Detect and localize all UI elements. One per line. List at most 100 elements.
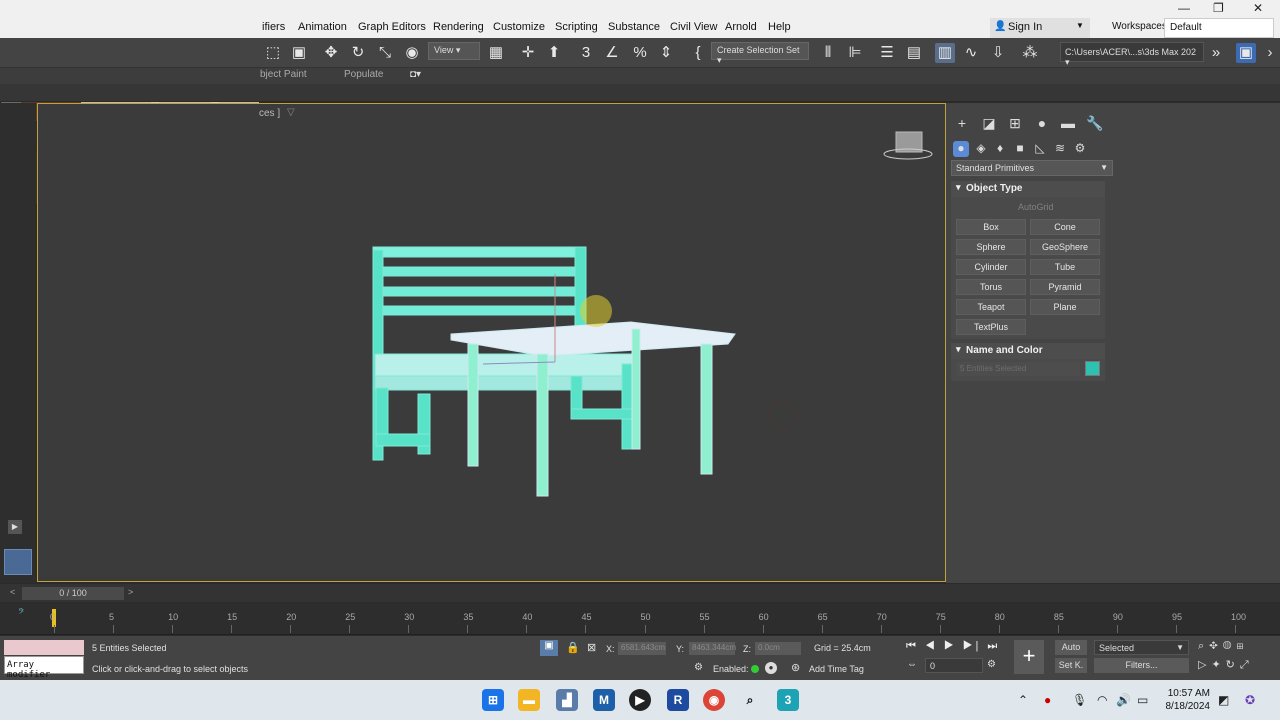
- layer-explorer-icon[interactable]: ☰: [877, 43, 897, 63]
- viewport-label[interactable]: ces ]: [259, 108, 280, 119]
- volume-icon[interactable]: 🔊: [1116, 693, 1131, 707]
- cameras-icon[interactable]: ■: [1012, 141, 1028, 157]
- record-icon[interactable]: ●: [765, 662, 777, 674]
- snaps-toggle-icon[interactable]: 3: [576, 43, 596, 63]
- time-configuration-icon[interactable]: ⚙: [987, 659, 996, 670]
- spacewarps-icon[interactable]: ≋: [1052, 141, 1068, 157]
- lights-icon[interactable]: ♦: [992, 141, 1008, 157]
- menu-modifiers[interactable]: ifiers: [262, 21, 285, 33]
- tray-expand-icon[interactable]: ⌃: [1018, 693, 1028, 707]
- minimize-icon[interactable]: —: [1178, 1, 1190, 15]
- windows-start-icon[interactable]: ⊞: [482, 689, 504, 711]
- viewport-nav-row1[interactable]: ⌕✥◍⊞: [1198, 640, 1248, 653]
- object-color-swatch[interactable]: [1085, 361, 1100, 376]
- key-mode-icon[interactable]: ⇔: [907, 659, 917, 670]
- y-coordinate-field[interactable]: 8463.344cm: [689, 642, 736, 655]
- ribbon-toggle-icon[interactable]: ▥: [935, 43, 955, 63]
- absolute-mode-icon[interactable]: ⊠: [587, 641, 596, 654]
- enabled-indicator-icon[interactable]: [751, 665, 759, 673]
- display-tab-icon[interactable]: ▬: [1058, 115, 1078, 133]
- textplus-button[interactable]: TextPlus: [956, 319, 1026, 335]
- time-slider[interactable]: < >: [0, 584, 1280, 602]
- rollout-object-type[interactable]: Object Type: [951, 181, 1105, 197]
- primitive-category-dropdown[interactable]: Standard Primitives ▼: [951, 160, 1113, 176]
- shapes-icon[interactable]: ◈: [973, 141, 989, 157]
- menu-animation[interactable]: Animation: [298, 21, 347, 33]
- material-editor-icon[interactable]: ⁂: [1020, 43, 1040, 63]
- chrome-icon[interactable]: ◉: [703, 689, 725, 711]
- playback-controls[interactable]: ⏮ ◀ ▶ ▶| ⏭: [906, 640, 1000, 653]
- teapot-button[interactable]: Teapot: [956, 299, 1026, 315]
- set-key-plus-icon[interactable]: +: [1014, 640, 1044, 674]
- pyramid-button[interactable]: Pyramid: [1030, 279, 1100, 295]
- pivot-center-icon[interactable]: ▦: [486, 43, 506, 63]
- add-time-tag[interactable]: Add Time Tag: [809, 664, 864, 674]
- menu-civil-view[interactable]: Civil View: [670, 21, 717, 33]
- current-frame-field[interactable]: 0: [925, 658, 983, 673]
- ribbon-options-icon[interactable]: ◘▾: [410, 69, 421, 80]
- prev-frame-icon[interactable]: <: [10, 587, 15, 597]
- cylinder-button[interactable]: Cylinder: [956, 259, 1026, 275]
- curve-editor-icon[interactable]: ∿: [961, 43, 981, 63]
- move-icon[interactable]: ✥: [321, 43, 341, 63]
- select-manipulate-icon[interactable]: ✛: [518, 43, 538, 63]
- copilot-icon[interactable]: ✪: [1245, 693, 1255, 707]
- menu-customize[interactable]: Customize: [493, 21, 545, 33]
- percent-snap-icon[interactable]: %: [630, 43, 650, 63]
- selection-set-dropdown[interactable]: Create Selection Set ▾: [711, 42, 809, 65]
- next-frame-icon[interactable]: >: [128, 587, 133, 597]
- menu-arnold[interactable]: Arnold: [725, 21, 757, 33]
- search-app-icon[interactable]: ⌕: [739, 689, 761, 711]
- time-slider-thumb[interactable]: 0 / 100: [22, 587, 124, 600]
- project-path-field[interactable]: C:\Users\ACER\...s\3ds Max 202 ▾: [1060, 42, 1204, 67]
- angle-snap-icon[interactable]: ∠: [602, 43, 622, 63]
- autogrid-checkbox[interactable]: AutoGrid: [1018, 202, 1054, 212]
- record-tray-icon[interactable]: ●: [1044, 693, 1051, 707]
- modify-tab-icon[interactable]: ◪: [979, 115, 999, 133]
- maxscript-listener-top[interactable]: [4, 640, 84, 655]
- spinner-snap-icon[interactable]: ⇕: [656, 43, 676, 63]
- object-name-field[interactable]: 5 Entities Selected: [957, 362, 1080, 376]
- select-region-icon[interactable]: ⬚: [263, 43, 283, 63]
- notification-icon[interactable]: ◩: [1218, 693, 1229, 707]
- systems-icon[interactable]: ⚙: [1072, 141, 1088, 157]
- window-crossing-icon[interactable]: ▣: [289, 43, 309, 63]
- viewport-layout-thumb[interactable]: [4, 549, 32, 575]
- time-config-icon[interactable]: ⚙: [694, 662, 703, 673]
- curve-editor-mini-icon[interactable]: 𝄢: [18, 608, 24, 619]
- key-filters-button[interactable]: Filters...: [1094, 658, 1189, 673]
- more-icon[interactable]: »: [1206, 43, 1226, 63]
- overflow-icon[interactable]: ›: [1260, 43, 1280, 63]
- geometry-icon[interactable]: ●: [953, 141, 969, 157]
- motion-tab-icon[interactable]: ●: [1032, 115, 1052, 133]
- workspace-dropdown[interactable]: Default: [1164, 18, 1274, 38]
- file-explorer-icon[interactable]: ▬: [518, 689, 540, 711]
- z-coordinate-field[interactable]: 0.0cm: [755, 642, 801, 655]
- reference-coord-dropdown[interactable]: View ▾: [428, 42, 480, 60]
- menu-rendering[interactable]: Rendering: [433, 21, 484, 33]
- autodesk-maya-icon[interactable]: M: [593, 689, 615, 711]
- scene-canvas[interactable]: [38, 104, 945, 581]
- menu-scripting[interactable]: Scripting: [555, 21, 598, 33]
- close-icon[interactable]: ✕: [1253, 1, 1263, 15]
- taskbar-clock[interactable]: 10:57 AM 8/18/2024: [1164, 687, 1211, 713]
- restore-icon[interactable]: ❐: [1213, 1, 1224, 15]
- placement-icon[interactable]: ◉: [402, 43, 422, 63]
- menu-graph-editors[interactable]: Graph Editors: [358, 21, 426, 33]
- tube-button[interactable]: Tube: [1030, 259, 1100, 275]
- scale-icon[interactable]: ⤡: [375, 43, 395, 63]
- app-chart-icon[interactable]: ▟: [556, 689, 578, 711]
- battery-icon[interactable]: ▭: [1137, 693, 1148, 707]
- microphone-icon[interactable]: 🎙: [1072, 693, 1087, 707]
- create-tab-icon[interactable]: +: [952, 115, 972, 133]
- geosphere-button[interactable]: GeoSphere: [1030, 239, 1100, 255]
- tab-populate[interactable]: Populate: [344, 69, 383, 80]
- set-key-button[interactable]: Set K.: [1055, 658, 1087, 673]
- keyboard-shortcut-icon[interactable]: ⬆: [544, 43, 564, 63]
- 3ds-max-icon[interactable]: 3: [777, 689, 799, 711]
- perspective-viewport[interactable]: [37, 103, 946, 582]
- rotate-icon[interactable]: ↻: [348, 43, 368, 63]
- named-selection-icon[interactable]: {: [688, 43, 708, 63]
- sphere-button[interactable]: Sphere: [956, 239, 1026, 255]
- menu-help[interactable]: Help: [768, 21, 791, 33]
